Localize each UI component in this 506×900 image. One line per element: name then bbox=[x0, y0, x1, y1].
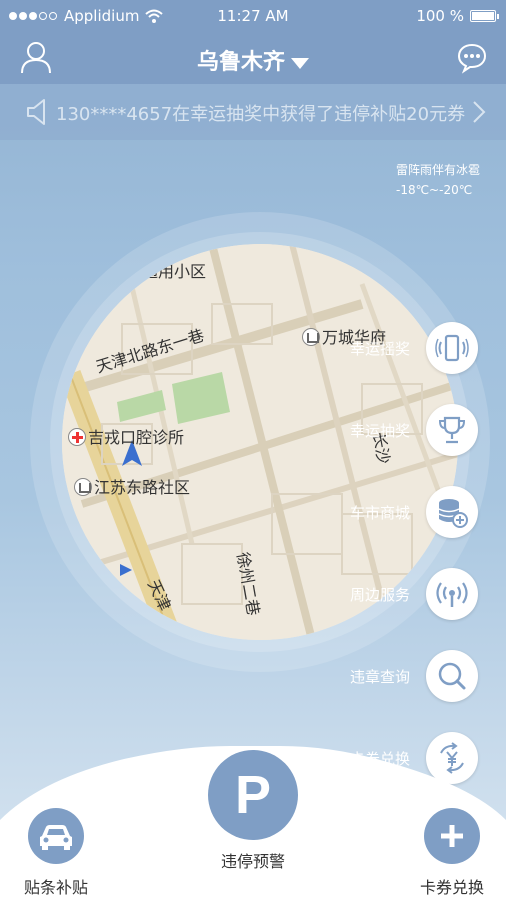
plus-icon bbox=[424, 808, 480, 864]
weather-temp: -18℃~-20℃ bbox=[395, 183, 473, 197]
clinic-poi-icon bbox=[68, 428, 86, 446]
tab-label: 贴条补贴 bbox=[23, 878, 88, 897]
chat-icon[interactable] bbox=[456, 42, 488, 74]
notice-text: 130****4657在幸运抽奖中获得了违停补贴20元券 bbox=[56, 104, 466, 125]
menu-label: 车市商城 bbox=[349, 503, 410, 522]
car-icon bbox=[28, 808, 84, 864]
phone-shake-icon[interactable] bbox=[426, 322, 478, 374]
coins-icon[interactable] bbox=[426, 486, 478, 538]
menu-violation-query[interactable]: 违章查询 bbox=[350, 648, 478, 704]
trophy-icon[interactable] bbox=[426, 404, 478, 456]
parking-icon: P bbox=[208, 750, 298, 840]
home-poi-icon bbox=[74, 478, 92, 496]
menu-car-mall[interactable]: 车市商城 bbox=[350, 484, 478, 540]
city-selector[interactable]: 乌鲁木齐 bbox=[0, 44, 506, 76]
search-icon[interactable] bbox=[426, 650, 478, 702]
battery-icon bbox=[470, 10, 499, 22]
speaker-icon bbox=[27, 99, 45, 125]
battery-percent: 100 % bbox=[416, 7, 464, 25]
map-label-jiangsu: 江苏东路社区 bbox=[74, 474, 190, 498]
chevron-down-icon bbox=[291, 57, 309, 69]
menu-label: 幸运抽奖 bbox=[349, 421, 410, 440]
map-label-clinic: 吉戎口腔诊所 bbox=[68, 424, 184, 448]
map-label-tongyong: 通用小区 bbox=[142, 262, 207, 281]
tab-label: 违停预警 bbox=[220, 852, 285, 871]
weather-info: 雷阵雨伴有冰雹 -18℃~-20℃ bbox=[396, 160, 480, 200]
status-bar: Applidium 11:27 AM 100 % bbox=[0, 0, 506, 32]
menu-label: 违章查询 bbox=[349, 667, 410, 686]
home-poi-icon bbox=[302, 328, 320, 346]
notice-bar[interactable]: 130****4657在幸运抽奖中获得了违停补贴20元券 bbox=[0, 84, 506, 140]
signal-icon[interactable] bbox=[426, 568, 478, 620]
menu-label: 幸运摇奖 bbox=[349, 339, 410, 358]
weather-condition: 雷阵雨伴有冰雹 bbox=[395, 163, 480, 177]
tab-coupon-exchange[interactable]: 卡券兑换 bbox=[412, 808, 492, 898]
menu-nearby-service[interactable]: 周边服务 bbox=[350, 566, 478, 622]
status-right: 100 % bbox=[416, 7, 499, 25]
bottom-bar: 贴条补贴 P 违停预警 卡券兑换 bbox=[0, 740, 506, 900]
tab-ticket-subsidy[interactable]: 贴条补贴 bbox=[16, 808, 96, 898]
tab-parking-warning[interactable]: P 违停预警 bbox=[203, 750, 303, 872]
menu-label: 周边服务 bbox=[349, 585, 410, 604]
tab-label: 卡券兑换 bbox=[419, 878, 484, 897]
menu-lucky-shake[interactable]: 幸运摇奖 bbox=[350, 320, 478, 376]
parking-glyph: P bbox=[234, 765, 272, 825]
menu-lucky-draw[interactable]: 幸运抽奖 bbox=[350, 402, 478, 458]
nav-bar: 乌鲁木齐 bbox=[0, 32, 506, 84]
city-name: 乌鲁木齐 bbox=[196, 50, 285, 75]
chevron-right-icon bbox=[473, 101, 486, 123]
